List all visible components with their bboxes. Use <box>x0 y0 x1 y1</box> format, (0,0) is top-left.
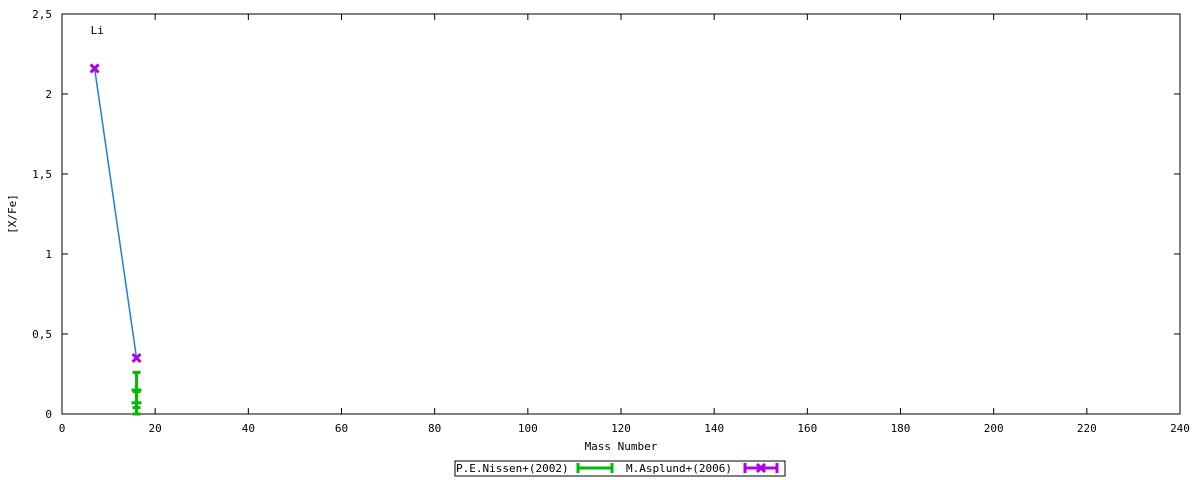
x-tick-label: 200 <box>984 422 1004 435</box>
series-line <box>93 68 138 359</box>
plot-frame <box>61 13 1181 415</box>
x-tick-label: 100 <box>518 422 538 435</box>
x-tick-label: 120 <box>611 422 631 435</box>
y-tick-label: 1,5 <box>32 168 52 181</box>
element-label: Li <box>91 24 104 37</box>
x-tick-label: 0 <box>59 422 66 435</box>
legend: P.E.Nissen+(2002) M.Asplund+(2006) <box>454 460 786 477</box>
x-axis: 0 20 40 60 80 100 120 140 160 180 200 220 240 <box>59 14 1190 435</box>
y-tick-label: 1 <box>45 248 52 261</box>
annotations: Li <box>91 24 104 37</box>
legend-label: M.Asplund+(2006) <box>626 462 732 475</box>
x-tick-label: 160 <box>797 422 817 435</box>
x-tick-label: 180 <box>891 422 911 435</box>
y-axis-title: [X/Fe] <box>6 194 19 234</box>
x-tick-label: 240 <box>1170 422 1190 435</box>
y-tick-label: 2,5 <box>32 8 52 21</box>
y-tick-label: 0 <box>45 408 52 421</box>
x-tick-label: 40 <box>242 422 255 435</box>
x-tick-label: 220 <box>1077 422 1097 435</box>
x-tick-label: 20 <box>149 422 162 435</box>
y-tick-label: 2 <box>45 88 52 101</box>
x-axis-title: Mass Number <box>585 440 658 453</box>
chart: 0 20 40 60 80 100 120 140 160 180 200 220 240 0 0,5 1 1… <box>6 8 1190 477</box>
x-tick-label: 60 <box>335 422 348 435</box>
legend-label: P.E.Nissen+(2002) <box>456 462 569 475</box>
connector-lines <box>93 68 138 359</box>
series-marks <box>89 63 142 416</box>
y-tick-label: 0,5 <box>32 328 52 341</box>
x-tick-label: 80 <box>428 422 441 435</box>
y-axis: 0 0,5 1 1,5 2 2,5 <box>32 8 1180 421</box>
x-tick-label: 140 <box>704 422 724 435</box>
